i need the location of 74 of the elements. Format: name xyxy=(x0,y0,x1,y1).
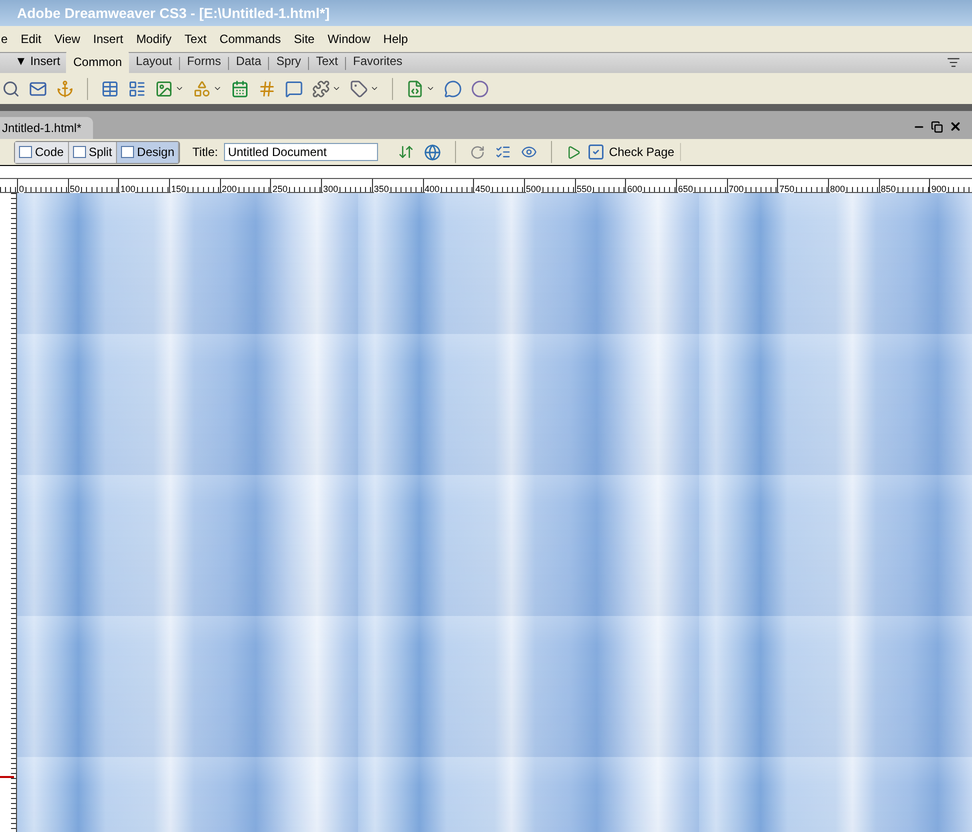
insert-tab[interactable]: Common xyxy=(66,50,129,73)
ruler-label: 600 xyxy=(627,184,642,194)
caret-icon[interactable] xyxy=(332,84,341,93)
menu-item[interactable]: Commands xyxy=(220,30,281,48)
check-page-button[interactable]: Check Page xyxy=(586,143,682,161)
caret-icon[interactable] xyxy=(370,84,379,93)
ruler-label: 50 xyxy=(70,184,80,194)
ruler-label: 200 xyxy=(222,184,237,194)
ruler-label: 100 xyxy=(120,184,136,194)
title-label: Title: xyxy=(192,144,218,161)
view-button[interactable]: Design xyxy=(117,142,180,162)
ruler-label: 850 xyxy=(880,184,896,194)
ruler-label: 650 xyxy=(678,184,693,194)
list-icon[interactable] xyxy=(494,144,511,160)
ruler-label: 800 xyxy=(830,184,846,194)
caret-icon[interactable] xyxy=(175,84,184,93)
window-title: Adobe Dreamweaver CS3 - [E:\Untitled-1.html*] xyxy=(17,4,330,23)
ruler-label: 250 xyxy=(272,184,288,194)
menu-item[interactable]: Modify xyxy=(136,30,172,48)
insert-tab[interactable]: Data xyxy=(228,52,268,70)
circle-logo-icon[interactable] xyxy=(471,80,489,98)
menu-item[interactable]: Text xyxy=(184,30,207,48)
menu-item[interactable]: Help xyxy=(383,30,408,48)
hash-icon[interactable] xyxy=(258,80,276,98)
calendar-icon[interactable] xyxy=(231,80,249,98)
ruler-label: 350 xyxy=(374,184,389,194)
caret-icon[interactable] xyxy=(213,84,222,93)
comment-icon[interactable] xyxy=(285,80,303,98)
table-icon[interactable] xyxy=(101,80,119,98)
insert-bar-label[interactable]: ▼ Insert xyxy=(15,52,60,70)
view-button[interactable]: Code xyxy=(15,142,69,162)
anchor-icon[interactable] xyxy=(56,80,74,98)
ruler-label: 450 xyxy=(475,184,490,194)
transfer-icon[interactable] xyxy=(398,144,414,160)
ruler-label: 150 xyxy=(171,184,186,194)
ruler-label: 500 xyxy=(526,184,541,194)
close-icon[interactable] xyxy=(949,120,962,133)
document-tab[interactable]: Jntitled-1.html* xyxy=(0,117,94,139)
menu-item[interactable]: Window xyxy=(328,30,370,48)
ruler-label: 700 xyxy=(728,184,744,194)
ruler-label: 300 xyxy=(323,184,338,194)
view-button[interactable]: Split xyxy=(68,142,118,162)
title-field[interactable]: Untitled Document xyxy=(224,143,378,161)
menu-item[interactable]: Site xyxy=(294,30,315,48)
menu-item[interactable]: Edit xyxy=(20,30,42,48)
speech-icon[interactable] xyxy=(444,80,462,98)
restore-icon[interactable] xyxy=(931,120,943,132)
menu-item[interactable]: e xyxy=(1,30,8,48)
eye-icon[interactable] xyxy=(520,144,537,160)
layout-icon[interactable] xyxy=(128,80,146,98)
image-icon[interactable] xyxy=(155,80,173,98)
insert-tab[interactable]: Layout xyxy=(128,52,179,70)
globe-icon[interactable] xyxy=(424,144,441,160)
search-icon[interactable] xyxy=(2,80,20,98)
insert-tab[interactable]: Text xyxy=(309,52,346,70)
envelope-icon[interactable] xyxy=(29,80,47,98)
ruler-label: 750 xyxy=(779,184,794,194)
insert-tab[interactable]: Spry xyxy=(269,52,308,70)
ruler-label: 550 xyxy=(576,184,592,194)
ruler-label: 900 xyxy=(931,184,946,194)
insert-tab[interactable]: Favorites xyxy=(346,52,410,70)
document-icon[interactable] xyxy=(406,80,424,98)
refresh-icon[interactable] xyxy=(470,144,485,160)
insert-tab[interactable]: Forms xyxy=(180,52,228,70)
ruler-label: 400 xyxy=(424,184,440,194)
menu-item[interactable]: Insert xyxy=(93,30,124,48)
menu-item[interactable]: View xyxy=(54,30,80,48)
puzzle-icon[interactable] xyxy=(312,80,330,98)
tag-icon[interactable] xyxy=(350,80,368,98)
play-icon[interactable] xyxy=(566,144,581,160)
caret-icon[interactable] xyxy=(426,84,435,93)
checklist-icon xyxy=(586,143,605,161)
guide-line xyxy=(0,776,14,778)
panel-options-icon[interactable] xyxy=(947,56,960,69)
